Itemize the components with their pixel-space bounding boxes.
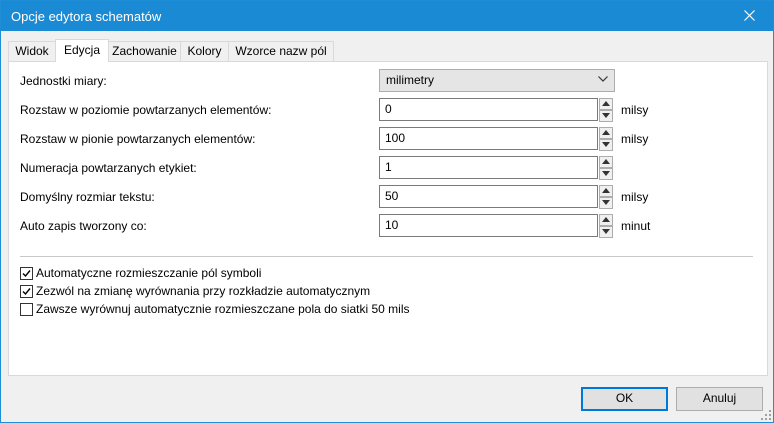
label-numbering-label: Numeracja powtarzanych etykiet: xyxy=(20,161,197,175)
spin-down-button[interactable] xyxy=(599,226,613,238)
spin-up-button[interactable] xyxy=(599,156,613,168)
autosave-label: Auto zapis tworzony co: xyxy=(20,219,147,233)
spin-down-button[interactable] xyxy=(599,139,613,151)
label-numbering-spinner[interactable] xyxy=(599,156,613,180)
spin-up-button[interactable] xyxy=(599,185,613,197)
spin-up-button[interactable] xyxy=(599,127,613,139)
chevron-down-icon xyxy=(598,76,608,82)
checkbox-label: Automatyczne rozmieszczanie pól symboli xyxy=(36,266,262,280)
horizontal-spacing-label: Rozstaw w poziomie powtarzanych elementó… xyxy=(20,103,272,117)
autosave-input[interactable]: 10 xyxy=(379,214,598,237)
arrow-down-icon xyxy=(602,229,610,234)
arrow-up-icon xyxy=(602,188,610,193)
cancel-button[interactable]: Anuluj xyxy=(676,387,763,411)
title-bar[interactable]: Opcje edytora schematów xyxy=(1,1,773,31)
units-label: Jednostki miary: xyxy=(20,74,107,88)
checkbox-box[interactable] xyxy=(20,285,33,298)
spin-up-button[interactable] xyxy=(599,98,613,110)
dialog-window: Opcje edytora schematów Widok Edycja Zac… xyxy=(0,0,774,423)
text-size-spinner[interactable] xyxy=(599,185,613,209)
horizontal-spacing-unit: milsy xyxy=(621,103,649,117)
tab-widok[interactable]: Widok xyxy=(8,41,56,61)
close-button[interactable] xyxy=(727,1,773,31)
spin-up-button[interactable] xyxy=(599,214,613,226)
text-size-input[interactable]: 50 xyxy=(379,185,598,208)
checkmark-icon xyxy=(22,288,31,296)
horizontal-spacing-input[interactable]: 0 xyxy=(379,98,598,121)
arrow-down-icon xyxy=(602,113,610,118)
divider xyxy=(20,256,753,257)
checkbox-label: Zawsze wyrównuj automatycznie rozmieszcz… xyxy=(36,302,410,316)
arrow-up-icon xyxy=(602,101,610,106)
tab-kolory[interactable]: Kolory xyxy=(180,41,229,61)
arrow-down-icon xyxy=(602,142,610,147)
spin-down-button[interactable] xyxy=(599,168,613,180)
text-size-unit: milsy xyxy=(621,190,649,204)
close-icon xyxy=(744,10,755,21)
tab-edycja[interactable]: Edycja xyxy=(55,39,109,62)
autosave-unit: minut xyxy=(621,219,651,233)
arrow-up-icon xyxy=(602,217,610,222)
checkmark-icon xyxy=(22,270,31,278)
checkbox-box[interactable] xyxy=(20,267,33,280)
autosave-spinner[interactable] xyxy=(599,214,613,238)
arrow-down-icon xyxy=(602,171,610,176)
tab-zachowanie[interactable]: Zachowanie xyxy=(108,41,181,61)
vertical-spacing-spinner[interactable] xyxy=(599,127,613,151)
vertical-spacing-label: Rozstaw w pionie powtarzanych elementów: xyxy=(20,132,256,146)
vertical-spacing-unit: milsy xyxy=(621,132,649,146)
label-numbering-input[interactable]: 1 xyxy=(379,156,598,179)
spin-down-button[interactable] xyxy=(599,197,613,209)
arrow-down-icon xyxy=(602,200,610,205)
arrow-up-icon xyxy=(602,130,610,135)
arrow-up-icon xyxy=(602,159,610,164)
checkbox-label: Zezwól na zmianę wyrównania przy rozkład… xyxy=(36,284,371,298)
resize-grip-icon[interactable] xyxy=(761,410,771,420)
tab-panel-edycja: Jednostki miary: milimetry Rozstaw w poz… xyxy=(8,61,768,376)
horizontal-spacing-spinner[interactable] xyxy=(599,98,613,122)
spin-down-button[interactable] xyxy=(599,110,613,122)
units-select-value: milimetry xyxy=(386,73,434,87)
checkbox-box[interactable] xyxy=(20,303,33,316)
tab-wzorce-nazw-pol[interactable]: Wzorce nazw pól xyxy=(228,41,334,61)
text-size-label: Domyślny rozmiar tekstu: xyxy=(20,190,155,204)
ok-button[interactable]: OK xyxy=(581,387,668,411)
units-select[interactable]: milimetry xyxy=(379,69,615,92)
vertical-spacing-input[interactable]: 100 xyxy=(379,127,598,150)
window-title: Opcje edytora schematów xyxy=(11,9,162,24)
